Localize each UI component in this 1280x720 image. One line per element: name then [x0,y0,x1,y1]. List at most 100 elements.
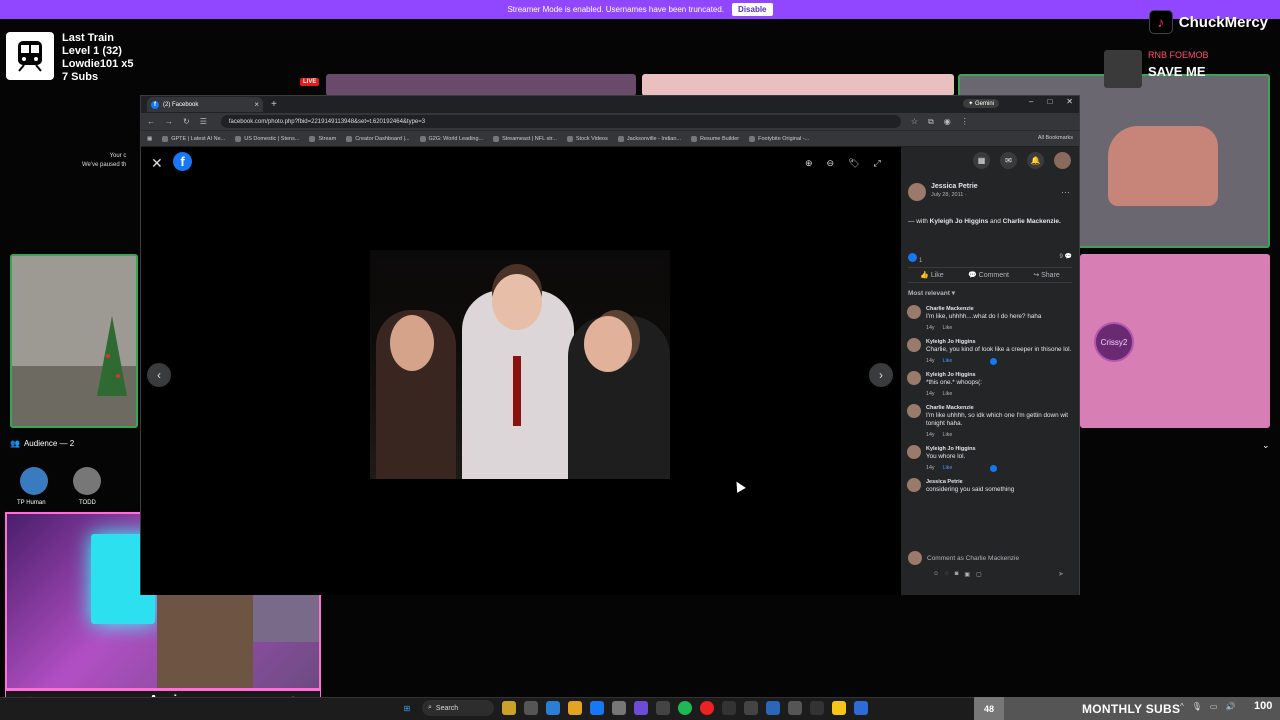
reload-icon[interactable]: ↻ [183,117,190,126]
app-icon[interactable] [656,701,670,715]
app-icon[interactable] [590,701,604,715]
comment-like-button[interactable]: Like [943,324,953,332]
apps-icon[interactable]: ▦ [147,136,152,142]
all-bookmarks[interactable]: All Bookmarks [1038,135,1073,141]
avatar[interactable] [1054,151,1071,169]
folder-icon[interactable] [568,701,582,715]
comment-like-button[interactable]: Like [943,390,953,398]
previous-photo-button[interactable]: ‹ [147,363,171,387]
app-icon[interactable]: ▭ [1210,702,1218,711]
app-icon[interactable] [546,701,560,715]
app-icon[interactable] [722,701,736,715]
taskbar-search[interactable]: ⌕ Search [422,700,494,716]
avatar[interactable] [907,445,921,459]
bookmark-item[interactable]: Footybite Original -... [749,135,809,142]
extensions-icon[interactable]: ⧉ [928,117,934,127]
bookmark-folder[interactable]: Stock Videos [566,135,608,142]
commenter-name[interactable]: Charlie Mackenzie [926,404,1073,412]
gif-icon[interactable]: ▣ [964,571,970,578]
menu-grid-icon[interactable]: ▦ [973,151,990,169]
avatar[interactable] [907,305,921,319]
close-icon[interactable]: ✕ [1066,97,1073,106]
bookmark-item[interactable]: GPTE | Latest AI Ne... [162,135,225,142]
comment-sort-dropdown[interactable]: Most relevant ▾ [908,289,955,297]
settings-icon[interactable] [612,701,626,715]
send-icon[interactable]: ➤ [1058,570,1064,578]
address-bar[interactable]: facebook.com/photo.php?fbid=221914911394… [220,115,901,128]
comment-age[interactable]: 14y [926,464,935,472]
camera-icon[interactable]: ◙ [955,571,959,578]
commenter-name[interactable]: Kyleigh Jo Higgins [926,445,997,453]
app-icon[interactable] [832,701,846,715]
bookmark-item[interactable]: Creator Dashboard |... [346,135,410,142]
tagged-name[interactable]: Kyleigh Jo Higgins [930,218,989,225]
facebook-logo[interactable]: f [173,152,192,171]
avatar[interactable] [907,478,921,492]
avatar[interactable] [907,338,921,352]
commenter-name[interactable]: Kyleigh Jo Higgins [926,371,982,379]
commenter-name[interactable]: Kyleigh Jo Higgins [926,338,1071,346]
back-icon[interactable]: ← [147,117,155,126]
next-photo-button[interactable]: › [869,363,893,387]
more-options-icon[interactable]: ··· [1061,187,1070,197]
post-date[interactable]: July 28, 2011 · [931,192,978,198]
comment-age[interactable]: 14y [926,324,935,332]
comment-like-button[interactable]: Like [943,357,953,365]
chevron-down-icon[interactable]: ⌄ [1262,440,1270,451]
comment-like-button[interactable]: Like [943,464,953,472]
author-name[interactable]: Jessica Petrie [931,183,978,190]
profile-icon[interactable]: ◉ [944,117,951,126]
zoom-in-icon[interactable]: ⊕ [805,158,813,169]
bookmark-star-icon[interactable]: ☆ [911,117,918,126]
like-button[interactable]: 👍 Like [920,271,944,279]
tagged-name[interactable]: Charlie Mackenzie. [1003,218,1061,225]
app-icon[interactable] [854,701,868,715]
fullscreen-icon[interactable]: ⤢ [874,158,881,169]
audience-avatar[interactable] [20,467,48,495]
sticker-icon[interactable]: ☺ [933,571,939,578]
share-button[interactable]: ↪ Share [1033,271,1060,279]
maximize-icon[interactable]: □ [1047,97,1052,106]
app-icon[interactable] [788,701,802,715]
bookmark-item[interactable]: Streameast | NFL str... [493,135,557,142]
minimize-icon[interactable]: – [1029,97,1033,106]
mic-icon[interactable]: 🎙 [1192,702,1202,711]
avatar[interactable] [907,404,921,418]
app-icon[interactable] [744,701,758,715]
site-info-icon[interactable]: ☰ [200,117,207,126]
comment-input[interactable]: Comment as Charlie Mackenzie [927,555,1019,562]
commenter-name[interactable]: Charlie Mackenzie [926,305,1041,313]
avatar[interactable] [907,371,921,385]
close-icon[interactable]: ✕ [151,155,163,172]
app-icon[interactable] [810,701,824,715]
bookmark-item[interactable]: G2G: World Leading... [419,135,483,142]
bookmark-folder[interactable]: Stream [309,135,336,142]
comment-age[interactable]: 14y [926,357,935,365]
speaker-icon[interactable]: 🔊 [1225,702,1235,711]
bookmark-item[interactable]: Jacksonville - Indian... [617,135,681,142]
bell-icon[interactable]: 🔔 [1027,151,1044,169]
emoji-icon[interactable]: ◌ [945,571,949,578]
tag-icon[interactable]: 🏷 [848,158,859,169]
tab-facebook[interactable]: f (2) Facebook × [147,97,263,112]
app-icon[interactable] [634,701,648,715]
comment-age[interactable]: 14y [926,431,935,439]
gemini-button[interactable]: ✦ Gemini [963,99,999,108]
zoom-out-icon[interactable]: ⊖ [827,158,835,169]
comment-age[interactable]: 14y [926,390,935,398]
like-count[interactable]: 1 [908,253,922,264]
menu-icon[interactable]: ⋮ [961,117,969,126]
app-icon[interactable] [502,701,516,715]
messenger-icon[interactable]: ✉ [1000,151,1017,169]
audience-avatar[interactable] [73,467,101,495]
spotify-icon[interactable] [678,701,692,715]
sticker-alt-icon[interactable]: ▢ [976,571,982,578]
bookmark-item[interactable]: US Domestic | Stens... [235,135,299,142]
commenter-name[interactable]: Jessica Petrie [926,478,1014,486]
close-tab-icon[interactable]: × [254,100,259,109]
forward-icon[interactable]: → [165,117,173,126]
app-icon[interactable] [524,701,538,715]
avatar[interactable] [908,183,926,201]
windows-start-icon[interactable]: ⊞ [400,701,414,715]
bookmark-item[interactable]: Resume Builder [690,135,739,142]
